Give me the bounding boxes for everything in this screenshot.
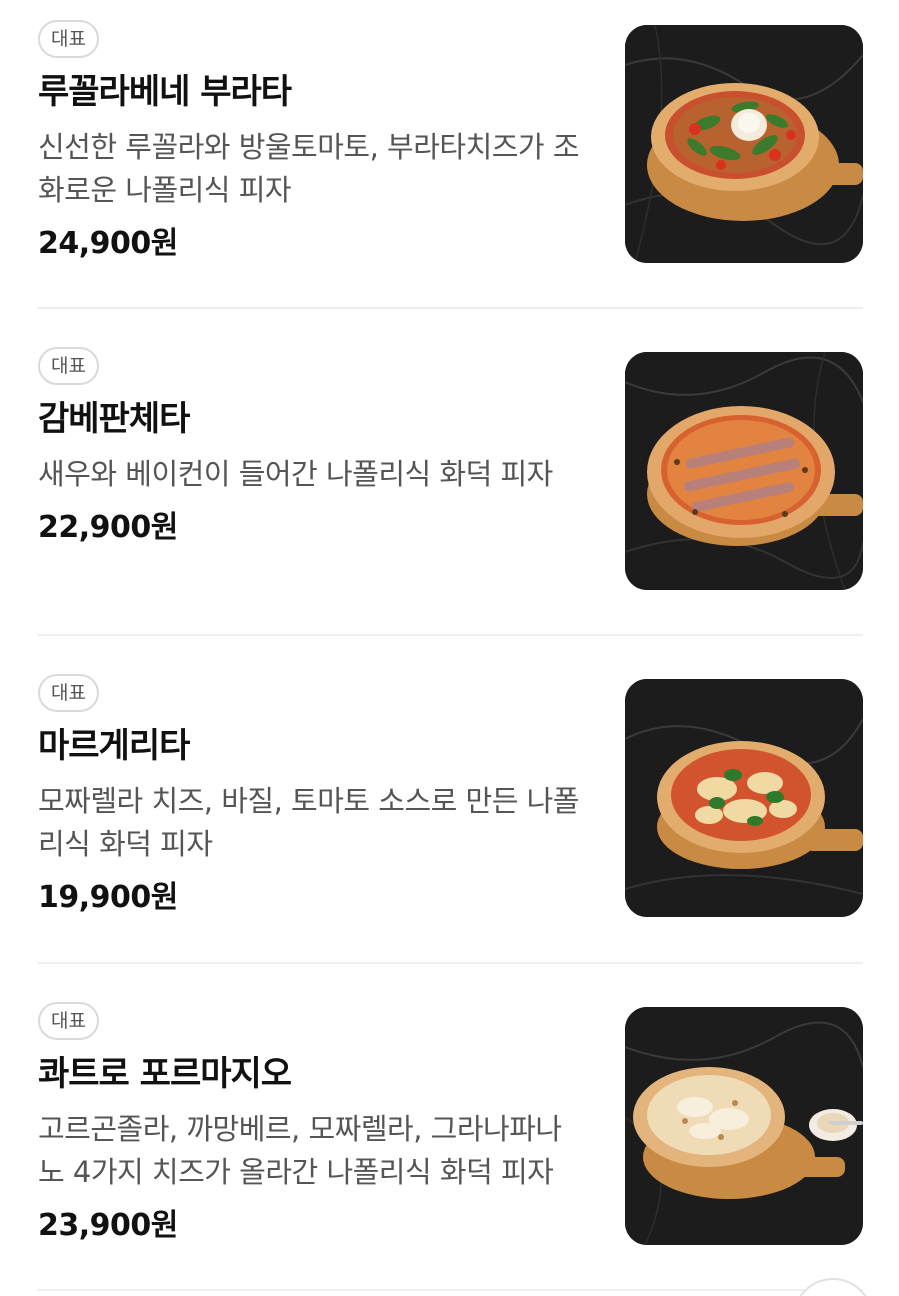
menu-list: 대표 루꼴라베네 부라타 신선한 루꼴라와 방울토마토, 부라타치즈가 조화로운… [0,0,899,1296]
pizza-photo-graphic [625,679,863,917]
menu-item-description: 모짜렐라 치즈, 바질, 토마토 소스로 만든 나폴리식 화덕 피자 [38,784,580,861]
gamberi-pancetta-pizza-photo[interactable] [625,352,863,590]
divider [38,962,863,964]
menu-item-name: 감베판체타 [38,399,190,439]
menu-item-description: 신선한 루꼴라와 방울토마토, 부라타치즈가 조화로운 나폴리식 피자 [38,130,580,207]
menu-item-rucola-burrata[interactable]: 대표 루꼴라베네 부라타 신선한 루꼴라와 방울토마토, 부라타치즈가 조화로운… [0,0,899,327]
menu-item-text: 대표 루꼴라베네 부라타 신선한 루꼴라와 방울토마토, 부라타치즈가 조화로운… [38,20,598,264]
divider [38,307,863,309]
menu-item-price: 23,900원 [38,1208,178,1243]
signature-badge: 대표 [38,674,99,712]
menu-item-name: 마르게리타 [38,726,190,766]
signature-badge: 대표 [38,1002,99,1040]
quattro-formaggi-pizza-photo[interactable] [625,1007,863,1245]
menu-item-price: 19,900원 [38,880,178,915]
pizza-photo-graphic [625,1007,863,1245]
pizza-photo-graphic [625,25,863,263]
margherita-pizza-photo[interactable] [625,679,863,917]
menu-item-name: 루꼴라베네 부라타 [38,72,292,112]
menu-item-description: 새우와 베이컨이 들어간 나폴리식 화덕 피자 [38,457,553,491]
divider [38,1289,863,1291]
rucola-burrata-pizza-photo[interactable] [625,25,863,263]
menu-item-name: 콰트로 포르마지오 [38,1054,292,1094]
menu-item-text: 대표 콰트로 포르마지오 고르곤졸라, 까망베르, 모짜렐라, 그라나파나노 4… [38,1002,598,1246]
menu-item-margherita[interactable]: 대표 마르게리타 모짜렐라 치즈, 바질, 토마토 소스로 만든 나폴리식 화덕… [0,654,899,981]
menu-item-price: 24,900원 [38,226,178,261]
menu-item-text: 대표 마르게리타 모짜렐라 치즈, 바질, 토마토 소스로 만든 나폴리식 화덕… [38,674,598,918]
menu-item-gamberi-pancetta[interactable]: 대표 감베판체타 새우와 베이컨이 들어간 나폴리식 화덕 피자 22,900원 [0,327,899,654]
pizza-photo-graphic [625,352,863,590]
menu-item-description: 고르곤졸라, 까망베르, 모짜렐라, 그라나파나노 4가지 치즈가 올라간 나폴… [38,1112,562,1189]
menu-item-text: 대표 감베판체타 새우와 베이컨이 들어간 나폴리식 화덕 피자 22,900원 [38,347,598,548]
signature-badge: 대표 [38,20,99,58]
divider [38,634,863,636]
menu-item-quattro-formaggi[interactable]: 대표 콰트로 포르마지오 고르곤졸라, 까망베르, 모짜렐라, 그라나파나노 4… [0,982,899,1296]
signature-badge: 대표 [38,347,99,385]
menu-item-price: 22,900원 [38,510,178,545]
